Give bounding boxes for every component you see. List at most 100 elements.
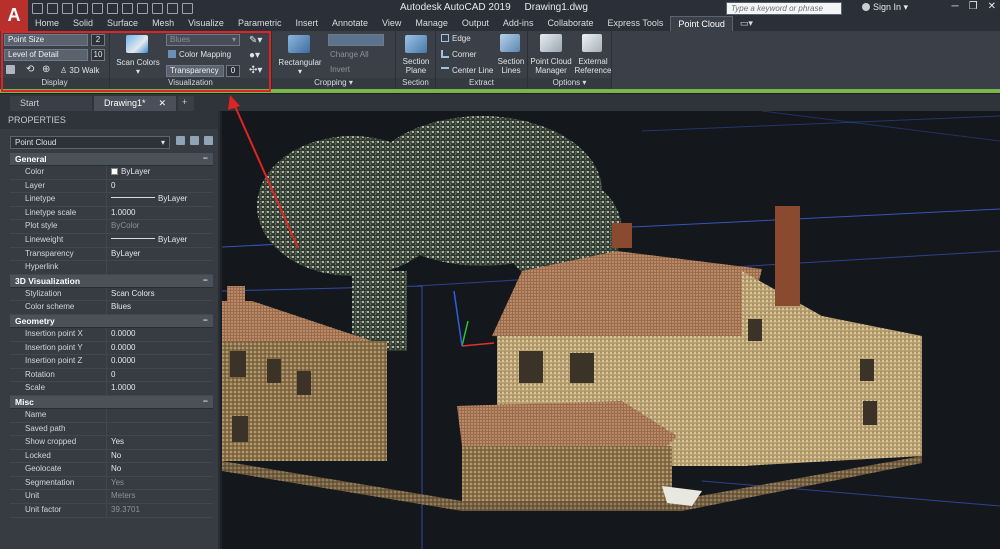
save-web-icon[interactable] <box>107 2 118 14</box>
property-value[interactable]: Scan Colors <box>107 288 213 301</box>
scan-colors-button[interactable]: Scan Colors ▾ <box>116 58 160 76</box>
lighting-icon[interactable]: ●▾ <box>249 50 260 61</box>
external-reference-icon[interactable] <box>582 34 602 52</box>
property-value[interactable]: 0.0000 <box>107 328 213 341</box>
property-row[interactable]: Plot style ByColor <box>10 220 213 234</box>
section-lines-icon[interactable] <box>500 34 520 52</box>
property-row[interactable]: Layer 0 <box>10 179 213 194</box>
point-cloud-manager-button[interactable]: Point Cloud Manager <box>529 57 573 75</box>
property-row[interactable]: Scale 1.0000 <box>10 382 213 396</box>
ribbon-tab-collaborate[interactable]: Collaborate <box>540 16 600 31</box>
ribbon-tab-home[interactable]: Home <box>28 16 66 31</box>
property-value[interactable]: 1.0000 <box>107 382 213 395</box>
property-value[interactable]: 1.0000 <box>107 207 213 220</box>
property-value[interactable]: Yes <box>107 477 213 490</box>
orbit-icon[interactable]: ⟲ <box>26 64 34 75</box>
save-as-icon[interactable] <box>77 2 88 14</box>
property-row[interactable]: Saved path <box>10 422 213 437</box>
ribbon-tab-mesh[interactable]: Mesh <box>145 16 181 31</box>
property-value[interactable] <box>107 423 213 436</box>
section-plane-icon[interactable] <box>405 35 427 53</box>
redo-icon[interactable] <box>152 2 163 14</box>
transparency-value[interactable]: 0 <box>226 65 240 77</box>
section-geometry[interactable]: Geometry − <box>10 314 213 328</box>
object-type-dropdown[interactable]: Point Cloud ▾ <box>10 136 170 149</box>
new-file-icon[interactable] <box>32 2 43 14</box>
open-web-icon[interactable] <box>92 2 103 14</box>
ribbon-tab-parametric[interactable]: Parametric <box>231 16 289 31</box>
property-row[interactable]: Stylization Scan Colors <box>10 287 213 302</box>
ribbon-tab-solid[interactable]: Solid <box>66 16 100 31</box>
external-reference-button[interactable]: External Reference <box>574 57 612 75</box>
property-value[interactable]: No <box>107 450 213 463</box>
color-mapping-button[interactable]: Color Mapping <box>168 50 231 59</box>
open-file-icon[interactable] <box>47 2 58 14</box>
property-row[interactable]: Unit Meters <box>10 490 213 505</box>
rectangular-crop-icon[interactable] <box>288 35 310 53</box>
property-value[interactable]: ByLayer <box>107 248 213 261</box>
property-row[interactable]: Linetype ByLayer <box>10 193 213 207</box>
collapse-icon[interactable]: − <box>203 315 208 325</box>
application-menu-button[interactable]: A <box>0 0 28 31</box>
ribbon-tab-visualize[interactable]: Visualize <box>181 16 231 31</box>
property-row[interactable]: Rotation 0 <box>10 368 213 383</box>
property-row[interactable]: Linetype scale 1.0000 <box>10 206 213 221</box>
transparency-slider[interactable]: Transparency <box>166 65 224 77</box>
quick-select-icon[interactable] <box>204 136 213 145</box>
level-of-detail-value[interactable]: 10 <box>91 49 105 61</box>
collapse-icon[interactable]: − <box>203 275 208 285</box>
property-row[interactable]: Lineweight ByLayer <box>10 233 213 248</box>
close-icon[interactable]: ✕ <box>988 1 996 12</box>
crop-state-dropdown[interactable] <box>328 34 384 46</box>
property-row[interactable]: Insertion point X 0.0000 <box>10 327 213 342</box>
point-cloud-manager-icon[interactable] <box>540 34 562 52</box>
property-value[interactable]: ByLayer <box>107 166 213 179</box>
file-tab-drawing1[interactable]: Drawing1* ✕ <box>94 96 176 111</box>
section-lines-button[interactable]: Section Lines <box>496 57 526 75</box>
section-plane-button[interactable]: Section Plane <box>398 57 434 75</box>
ribbon-tab-express-tools[interactable]: Express Tools <box>600 16 670 31</box>
rectangular-button[interactable]: Rectangular ▾ <box>278 58 322 76</box>
zoom-icon[interactable]: ⊕ <box>42 64 50 75</box>
property-row[interactable]: Locked No <box>10 449 213 464</box>
ribbon-minimize-icon[interactable]: ▭▾ <box>733 16 760 31</box>
scan-colors-icon[interactable] <box>126 35 148 53</box>
property-value[interactable]: 0 <box>107 369 213 382</box>
ribbon-tab-manage[interactable]: Manage <box>408 16 455 31</box>
save-icon[interactable] <box>62 2 73 14</box>
section-3d-visualization[interactable]: 3D Visualization − <box>10 274 213 288</box>
toggle-pickadd-icon[interactable] <box>176 136 185 145</box>
sign-in-button[interactable]: Sign In ▾ <box>862 2 908 13</box>
property-value[interactable]: 0.0000 <box>107 342 213 355</box>
ribbon-tab-view[interactable]: View <box>375 16 408 31</box>
select-objects-icon[interactable] <box>190 136 199 145</box>
light-options-icon[interactable]: ✣▾ <box>249 65 262 76</box>
change-all-button[interactable]: Change All <box>330 50 369 59</box>
property-row[interactable]: Unit factor 39.3701 <box>10 504 213 518</box>
search-input[interactable]: Type a keyword or phrase <box>726 2 842 15</box>
property-row[interactable]: Transparency ByLayer <box>10 247 213 262</box>
ribbon-tab-output[interactable]: Output <box>455 16 496 31</box>
walk-button[interactable]: ♙ 3D Walk <box>60 66 99 75</box>
minimize-icon[interactable]: ─ <box>952 1 959 12</box>
restore-icon[interactable]: ❐ <box>969 1 978 12</box>
section-misc[interactable]: Misc − <box>10 395 213 409</box>
corner-button[interactable]: Corner <box>441 50 476 59</box>
property-row[interactable]: Name <box>10 408 213 423</box>
property-row[interactable]: Insertion point Y 0.0000 <box>10 341 213 356</box>
property-value[interactable]: ByColor <box>107 220 213 233</box>
property-value[interactable]: 0.0000 <box>107 355 213 368</box>
share-icon[interactable] <box>167 2 178 14</box>
level-of-detail-slider[interactable]: Level of Detail <box>4 49 88 61</box>
close-tab-icon[interactable]: ✕ <box>158 98 166 109</box>
section-general[interactable]: General − <box>10 153 213 166</box>
edge-button[interactable]: Edge <box>441 34 471 43</box>
color-scheme-dropdown[interactable]: Blues ▾ <box>166 34 240 46</box>
property-row[interactable]: Segmentation Yes <box>10 476 213 491</box>
property-value[interactable]: ByLayer <box>107 234 213 247</box>
property-value[interactable]: 0 <box>107 180 213 193</box>
property-value[interactable]: 39.3701 <box>107 504 213 517</box>
eyedropper-icon[interactable]: ✎▾ <box>249 35 262 46</box>
property-row[interactable]: Show cropped Yes <box>10 436 213 450</box>
property-row[interactable]: Hyperlink <box>10 261 213 275</box>
